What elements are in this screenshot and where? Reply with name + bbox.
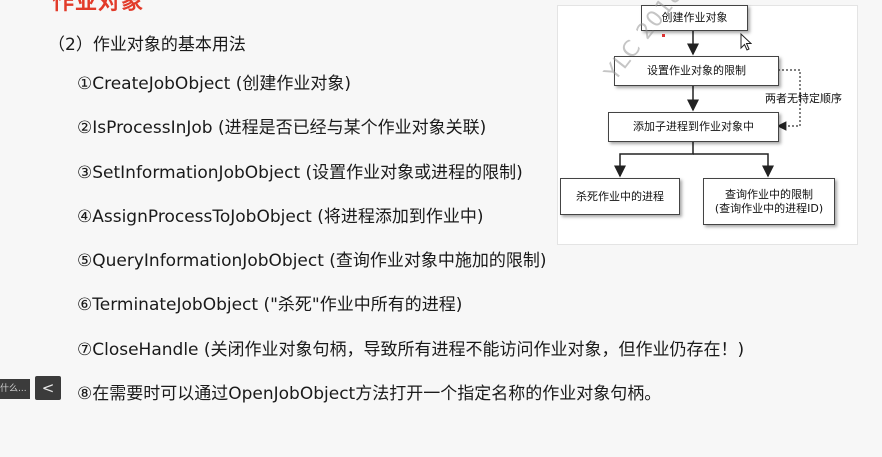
red-dot-marker: [662, 34, 665, 37]
branch-line: [693, 153, 774, 178]
prev-slide-button[interactable]: <: [35, 376, 61, 400]
mouse-cursor-icon: [740, 33, 752, 51]
flow-box-query: 查询作业中的限制 (查询作业中的进程ID): [703, 178, 835, 225]
flow-box-kill: 杀死作业中的进程: [560, 178, 680, 215]
player-side-tag[interactable]: 什么...: [0, 379, 30, 399]
branch-line: [614, 140, 694, 178]
flow-box-add-process: 添加子进程到作业对象中: [608, 112, 779, 142]
flow-box-query-line1: 查询作业中的限制: [725, 187, 813, 201]
flow-box-query-line2: (查询作业中的进程ID): [714, 201, 824, 215]
chevron-left-icon: <: [41, 379, 55, 397]
no-order-label: 两者无特定顺序: [765, 92, 842, 105]
